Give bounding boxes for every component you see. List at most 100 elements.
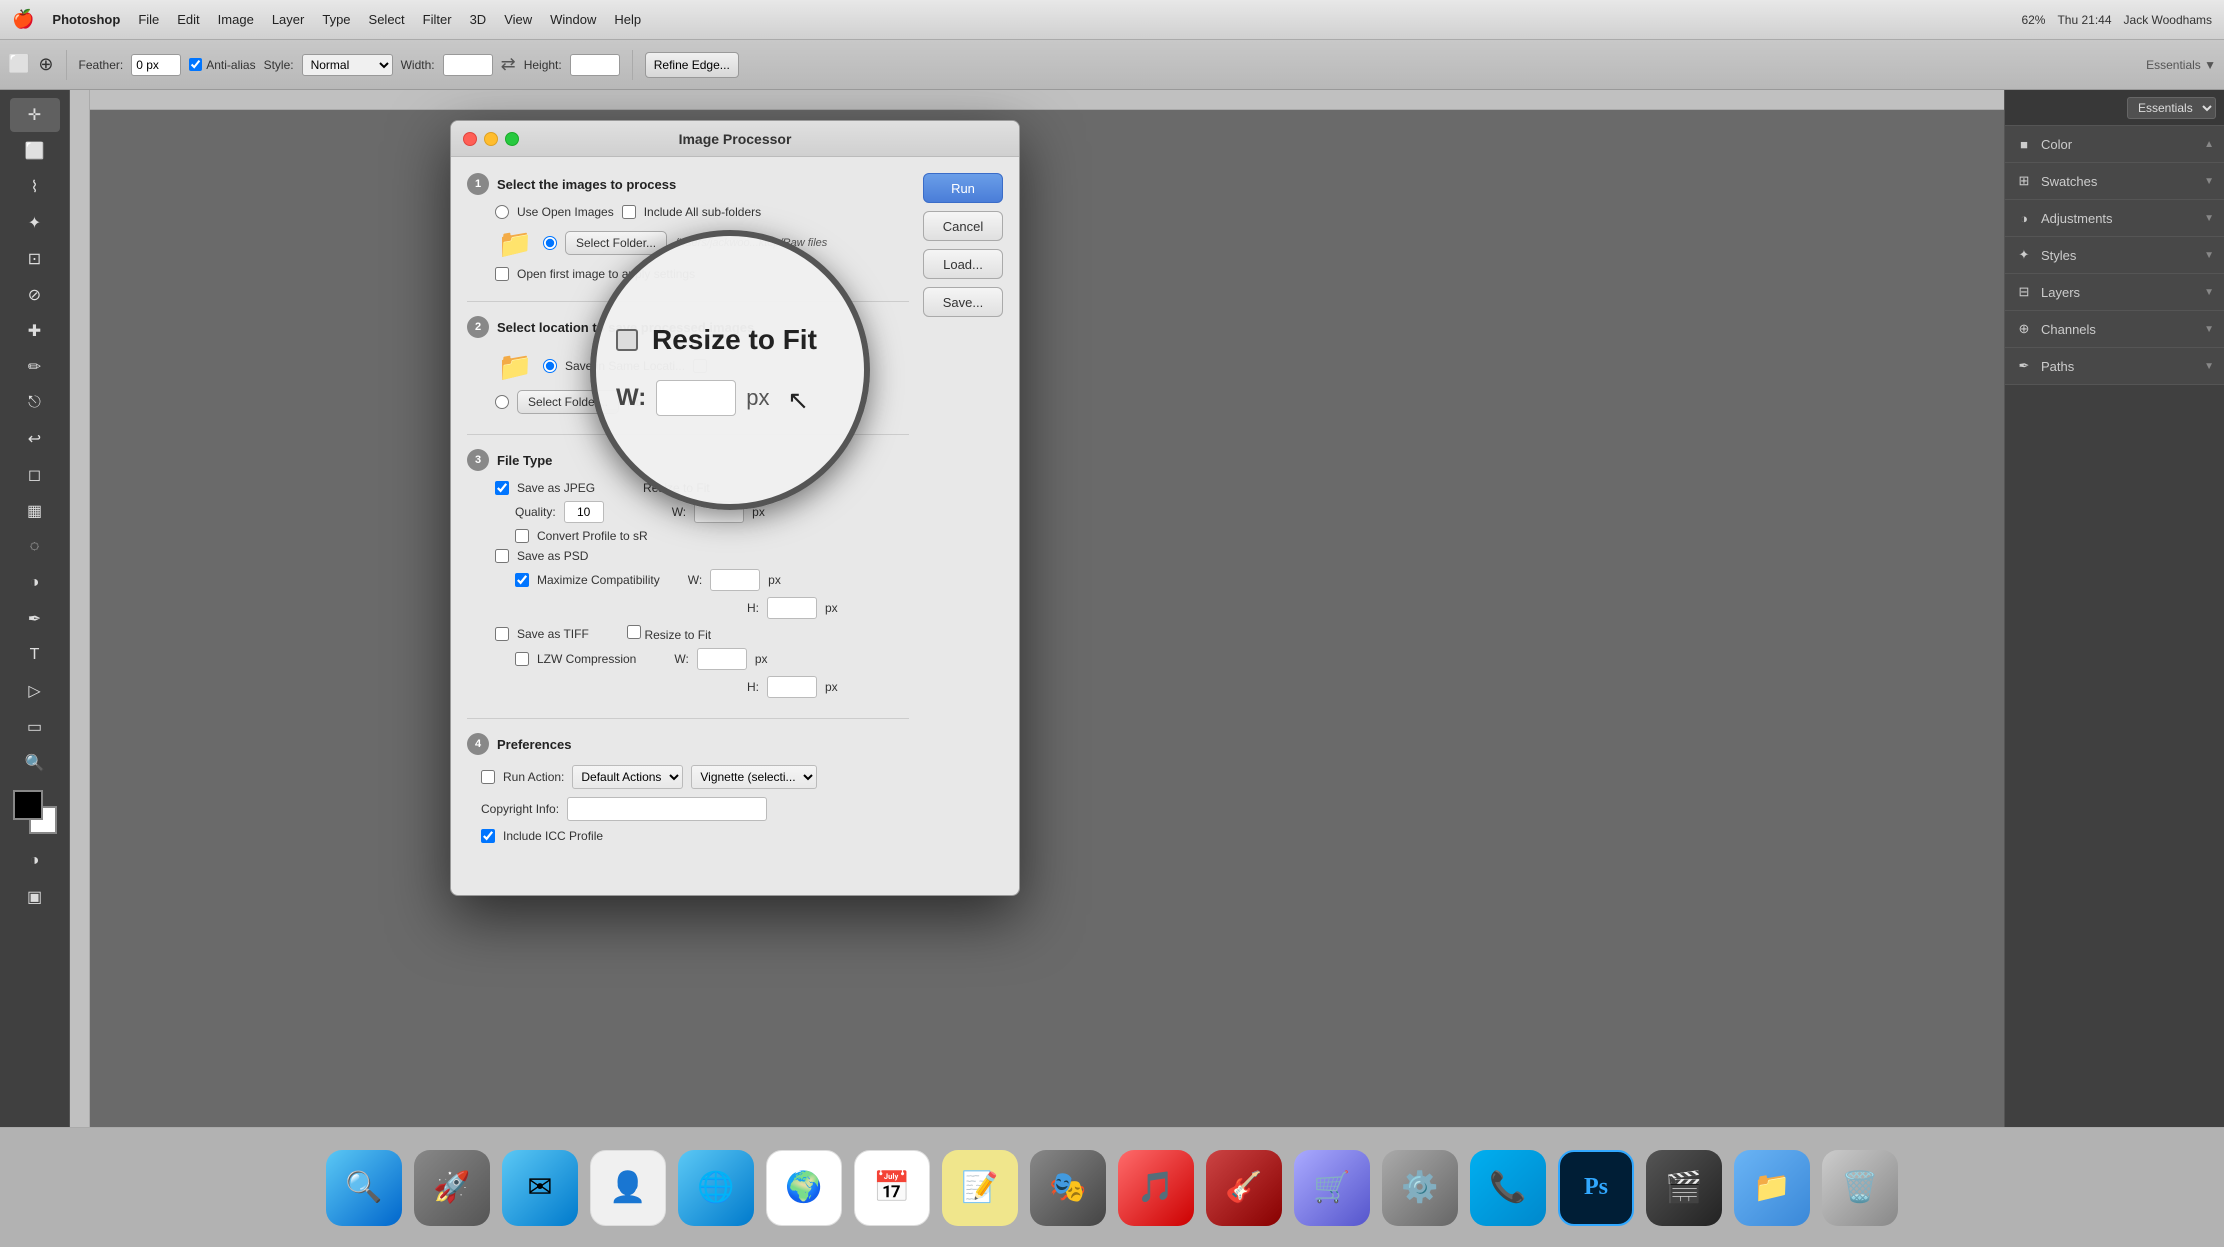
tool-clone-stamp[interactable]: ⎋	[10, 386, 60, 420]
save-folder-radio[interactable]	[495, 395, 509, 409]
tool-eyedropper[interactable]: ⊘	[10, 278, 60, 312]
color-collapse-icon[interactable]: ▲	[2204, 139, 2214, 150]
save-button[interactable]: Save...	[923, 287, 1003, 317]
adjustments-collapse-icon[interactable]: ▼	[2204, 213, 2214, 224]
channels-collapse-icon[interactable]: ▼	[2204, 324, 2214, 335]
copyright-input[interactable]	[567, 797, 767, 821]
tool-magic-wand[interactable]: ✦	[10, 206, 60, 240]
adjustments-panel-header[interactable]: ◑ Adjustments ▼	[2005, 200, 2224, 236]
tool-brush[interactable]: ✏	[10, 350, 60, 384]
tool-screen-mode[interactable]: ▣	[10, 880, 60, 914]
workspace-select[interactable]: Essentials	[2127, 97, 2216, 119]
dock-music[interactable]: 🎵	[1116, 1148, 1196, 1228]
menu-type[interactable]: Type	[322, 12, 350, 27]
lzw-checkbox[interactable]	[515, 652, 529, 666]
dock-chrome[interactable]: 🌍	[764, 1148, 844, 1228]
run-button[interactable]: Run	[923, 173, 1003, 203]
menu-window[interactable]: Window	[550, 12, 596, 27]
run-action-checkbox[interactable]	[481, 770, 495, 784]
color-swatch[interactable]	[13, 790, 57, 834]
psd-height-input[interactable]	[767, 597, 817, 619]
dock-proxy[interactable]: 🎭	[1028, 1148, 1108, 1228]
dock-appstore[interactable]: 🛒	[1292, 1148, 1372, 1228]
menu-filter[interactable]: Filter	[423, 12, 452, 27]
tool-type[interactable]: T	[10, 638, 60, 672]
tool-quick-mask[interactable]: ◑	[10, 844, 60, 878]
quality-input[interactable]	[564, 501, 604, 523]
tool-blur[interactable]: ◌	[10, 530, 60, 564]
tool-shape[interactable]: ▭	[10, 710, 60, 744]
tool-lasso[interactable]: ⌇	[10, 170, 60, 204]
dock-skype[interactable]: 📞	[1468, 1148, 1548, 1228]
maximize-compat-checkbox[interactable]	[515, 573, 529, 587]
load-button[interactable]: Load...	[923, 249, 1003, 279]
save-jpeg-checkbox[interactable]	[495, 481, 509, 495]
tool-healing[interactable]: ✚	[10, 314, 60, 348]
styles-collapse-icon[interactable]: ▼	[2204, 250, 2214, 261]
cancel-button[interactable]: Cancel	[923, 211, 1003, 241]
paths-panel-header[interactable]: ✒ Paths ▼	[2005, 348, 2224, 384]
menu-photoshop[interactable]: Photoshop	[52, 12, 120, 27]
dock-guitar[interactable]: 🎸	[1204, 1148, 1284, 1228]
vignette-select[interactable]: Vignette (selecti...	[691, 765, 817, 789]
dock-finder[interactable]: 🔍	[324, 1148, 404, 1228]
paths-collapse-icon[interactable]: ▼	[2204, 361, 2214, 372]
tool-gradient[interactable]: ▦	[10, 494, 60, 528]
resize-tiff-checkbox[interactable]	[627, 625, 641, 639]
antialias-checkbox[interactable]	[189, 58, 202, 71]
dock-trash[interactable]: 🗑️	[1820, 1148, 1900, 1228]
jpeg-width-input[interactable]	[694, 501, 744, 523]
tool-history-brush[interactable]: ↩	[10, 422, 60, 456]
save-same-radio[interactable]	[543, 359, 557, 373]
save-tiff-checkbox[interactable]	[495, 627, 509, 641]
swatches-panel-header[interactable]: ⊞ Swatches ▼	[2005, 163, 2224, 199]
refine-edge-button[interactable]: Refine Edge...	[645, 52, 739, 78]
dock-calendar[interactable]: 📅	[852, 1148, 932, 1228]
menu-image[interactable]: Image	[218, 12, 254, 27]
dock-notes[interactable]: 📝	[940, 1148, 1020, 1228]
height-input[interactable]	[570, 54, 620, 76]
tool-marquee[interactable]: ⬜	[10, 134, 60, 168]
dock-system-prefs[interactable]: ⚙️	[1380, 1148, 1460, 1228]
menu-edit[interactable]: Edit	[177, 12, 199, 27]
menu-layer[interactable]: Layer	[272, 12, 305, 27]
dock-launchpad[interactable]: 🚀	[412, 1148, 492, 1228]
dock-imovie[interactable]: 🎬	[1644, 1148, 1724, 1228]
menu-view[interactable]: View	[504, 12, 532, 27]
layers-collapse-icon[interactable]: ▼	[2204, 287, 2214, 298]
open-first-checkbox[interactable]	[495, 267, 509, 281]
apple-menu[interactable]: 🍎	[12, 9, 34, 30]
dock-photoshop[interactable]: Ps	[1556, 1148, 1636, 1228]
s2-checkbox[interactable]	[693, 359, 707, 373]
tiff-height-input[interactable]	[767, 676, 817, 698]
width-input[interactable]	[443, 54, 493, 76]
tool-pen[interactable]: ✒	[10, 602, 60, 636]
save-psd-checkbox[interactable]	[495, 549, 509, 563]
channels-panel-header[interactable]: ⊕ Channels ▼	[2005, 311, 2224, 347]
swatches-collapse-icon[interactable]: ▼	[2204, 176, 2214, 187]
menu-help[interactable]: Help	[614, 12, 641, 27]
include-subfolders-checkbox[interactable]	[622, 205, 636, 219]
layers-panel-header[interactable]: ⊟ Layers ▼	[2005, 274, 2224, 310]
dock-folder[interactable]: 📁	[1732, 1148, 1812, 1228]
menu-file[interactable]: File	[138, 12, 159, 27]
dock-mail[interactable]: ✉	[500, 1148, 580, 1228]
tool-dodge[interactable]: ◑	[10, 566, 60, 600]
close-button[interactable]	[463, 132, 477, 146]
save-folder-button[interactable]: Select Folder...	[517, 390, 619, 414]
include-icc-checkbox[interactable]	[481, 829, 495, 843]
dock-contacts[interactable]: 👤	[588, 1148, 668, 1228]
tool-zoom[interactable]: 🔍	[10, 746, 60, 780]
convert-profile-checkbox[interactable]	[515, 529, 529, 543]
foreground-color[interactable]	[13, 790, 43, 820]
feather-input[interactable]	[131, 54, 181, 76]
psd-width-input[interactable]	[710, 569, 760, 591]
default-actions-select[interactable]: Default Actions	[572, 765, 683, 789]
tool-path-select[interactable]: ▷	[10, 674, 60, 708]
styles-panel-header[interactable]: ✦ Styles ▼	[2005, 237, 2224, 273]
tool-eraser[interactable]: ◻	[10, 458, 60, 492]
maximize-button[interactable]	[505, 132, 519, 146]
select-folder-radio[interactable]	[543, 236, 557, 250]
minimize-button[interactable]	[484, 132, 498, 146]
style-select[interactable]: Normal Fixed Ratio Fixed Size	[302, 54, 393, 76]
